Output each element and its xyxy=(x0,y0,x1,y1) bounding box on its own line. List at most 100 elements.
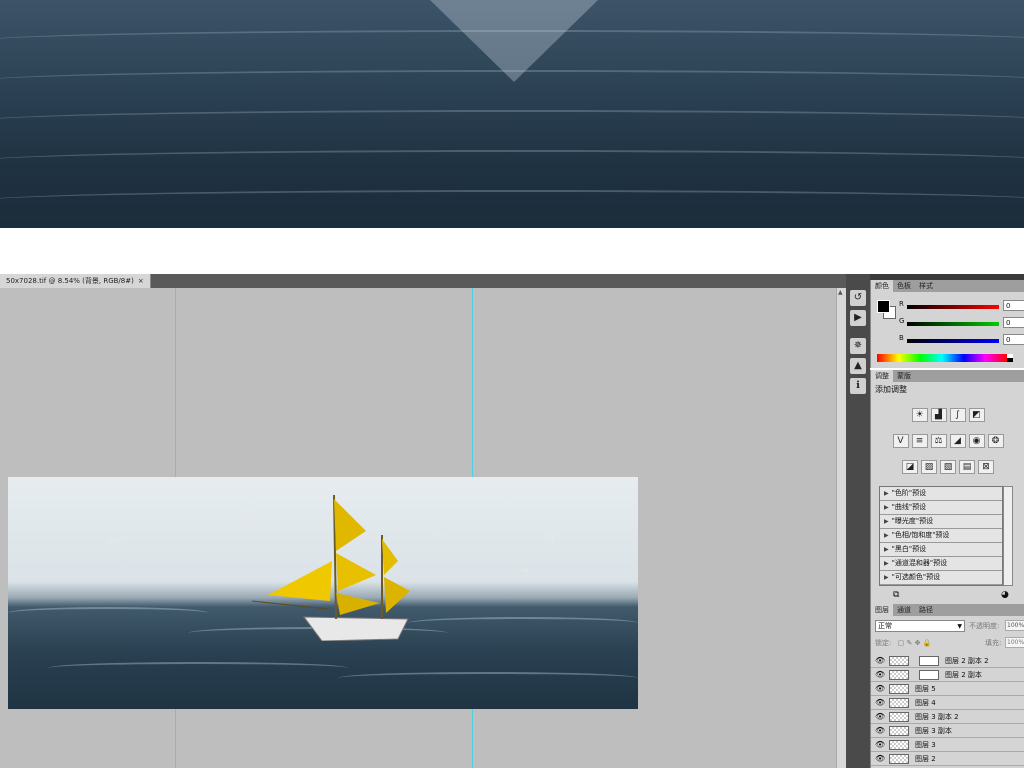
eye-icon[interactable]: 👁 xyxy=(875,712,885,721)
adjustments-panel-tabs: 调整 蒙版 xyxy=(871,370,1024,382)
layer-row[interactable]: 👁 图层 3 副本 2 xyxy=(871,710,1024,724)
layer-thumbnail xyxy=(889,656,909,666)
wave-decoration xyxy=(0,110,1024,132)
layer-thumbnail xyxy=(889,698,909,708)
layer-name: 图层 3 xyxy=(915,741,936,749)
layer-row[interactable]: 👁 图层 5 xyxy=(871,682,1024,696)
blend-mode-value: 正常 xyxy=(878,622,892,630)
layer-thumbnail xyxy=(889,670,909,680)
eye-icon[interactable]: 👁 xyxy=(875,726,885,735)
fill-input[interactable]: 100% xyxy=(1005,637,1024,648)
photo-filter-icon[interactable]: ◉ xyxy=(968,434,985,448)
canvas-area[interactable]: ˇ 〰 ⋎ ˇ ⋎ ˇ xyxy=(0,288,836,768)
black-white-ramp[interactable] xyxy=(1007,354,1013,362)
tab-styles[interactable]: 样式 xyxy=(915,280,937,292)
clip-to-layer-icon[interactable]: ⧉ xyxy=(893,590,899,600)
red-slider[interactable] xyxy=(907,305,999,309)
layer-mask-thumbnail[interactable] xyxy=(919,670,939,680)
eye-icon[interactable]: 👁 xyxy=(875,656,885,665)
green-value-input[interactable]: 0 xyxy=(1003,317,1024,328)
vibrance-icon[interactable]: V xyxy=(892,434,909,448)
hue-saturation-icon[interactable]: ≡ xyxy=(911,434,928,448)
layer-row[interactable]: 👁 图层 4 xyxy=(871,696,1024,710)
blend-mode-select[interactable]: 正常 ▼ xyxy=(875,620,965,632)
levels-icon[interactable]: ▟ xyxy=(930,408,947,422)
canvas-image[interactable]: ˇ 〰 ⋎ ˇ ⋎ ˇ xyxy=(8,477,638,709)
lock-all-icon[interactable]: 🔒 xyxy=(923,639,932,647)
close-icon[interactable]: × xyxy=(138,277,144,285)
channel-mixer-icon[interactable]: ❂ xyxy=(987,434,1004,448)
black-white-icon[interactable]: ◢ xyxy=(949,434,966,448)
sea-banner-image xyxy=(0,0,1024,228)
layer-row[interactable]: 👁 图层 3 xyxy=(871,738,1024,752)
history-icon[interactable]: ↺ xyxy=(850,290,866,306)
gradient-map-icon[interactable]: ▤ xyxy=(959,460,975,474)
navigator-icon[interactable]: ✵ xyxy=(850,338,866,354)
green-slider[interactable] xyxy=(907,322,999,326)
tab-masks[interactable]: 蒙版 xyxy=(893,370,915,382)
layer-name: 图层 5 xyxy=(915,685,936,693)
adjustment-icon-row-2: V ≡ ⚖ ◢ ◉ ❂ xyxy=(871,434,1024,448)
tab-adjustments[interactable]: 调整 xyxy=(871,370,893,382)
eye-icon[interactable]: 👁 xyxy=(875,684,885,693)
eye-icon[interactable]: 👁 xyxy=(875,698,885,707)
adjustment-icon-row-3: ◪ ▨ ▧ ▤ ⊠ xyxy=(871,460,1024,474)
seagull-icon: ˇ xyxy=(436,531,443,547)
color-spectrum-bar[interactable] xyxy=(877,354,1007,362)
info-icon[interactable]: ℹ xyxy=(850,378,866,394)
lock-pixels-icon[interactable]: ✎ xyxy=(906,639,912,647)
layers-panel: 图层 通道 路径 正常 ▼ 不透明度: 100% 锁定: ▢ ✎ ✥ 🔒 填充:… xyxy=(870,604,1024,768)
lock-position-icon[interactable]: ✥ xyxy=(915,639,921,647)
preset-label: "色阶"预设 xyxy=(891,489,927,497)
color-balance-icon[interactable]: ⚖ xyxy=(930,434,947,448)
preset-label: "曝光度"预设 xyxy=(891,517,934,525)
eye-icon[interactable]: 👁 xyxy=(875,740,885,749)
red-value-input[interactable]: 0 xyxy=(1003,300,1024,311)
actions-icon[interactable]: ▶ xyxy=(850,310,866,326)
preset-item[interactable]: ▶ "色相/饱和度"预设 xyxy=(880,529,1002,543)
opacity-label: 不透明度: xyxy=(969,622,1000,630)
exposure-icon[interactable]: ◩ xyxy=(968,408,985,422)
panel-options-icon[interactable]: ◕ xyxy=(1001,590,1009,600)
tab-channels[interactable]: 通道 xyxy=(893,604,915,616)
layer-name: 图层 3 副本 xyxy=(915,727,952,735)
layer-row[interactable]: 👁 图层 3 副本 xyxy=(871,724,1024,738)
selective-color-icon[interactable]: ⊠ xyxy=(978,460,994,474)
layer-row[interactable]: 👁 图层 2 xyxy=(871,752,1024,766)
curves-icon[interactable]: ∫ xyxy=(949,408,966,422)
histogram-icon[interactable]: ▲ xyxy=(850,358,866,374)
lock-transparency-icon[interactable]: ▢ xyxy=(898,639,905,647)
wave-decoration xyxy=(48,662,348,674)
threshold-icon[interactable]: ▧ xyxy=(940,460,956,474)
preset-item[interactable]: ▶ "黑白"预设 xyxy=(880,543,1002,557)
document-tab[interactable]: 50x7028.tif @ 8.54% (背景, RGB/8#) × xyxy=(0,274,151,288)
posterize-icon[interactable]: ▨ xyxy=(921,460,937,474)
canvas-vertical-scrollbar[interactable]: ▲ xyxy=(836,288,846,768)
preset-item[interactable]: ▶ "通道混和器"预设 xyxy=(880,557,1002,571)
blue-value-input[interactable]: 0 xyxy=(1003,334,1024,345)
preset-item[interactable]: ▶ "曝光度"预设 xyxy=(880,515,1002,529)
preset-item[interactable]: ▶ "曲线"预设 xyxy=(880,501,1002,515)
tab-layers[interactable]: 图层 xyxy=(871,604,893,616)
layer-mask-thumbnail[interactable] xyxy=(919,656,939,666)
eye-icon[interactable]: 👁 xyxy=(875,670,885,679)
scroll-up-icon[interactable]: ▲ xyxy=(838,289,843,296)
preset-list-scrollbar[interactable] xyxy=(1003,486,1013,586)
red-channel-row: R 0 xyxy=(899,300,1024,314)
blue-slider[interactable] xyxy=(907,339,999,343)
eye-icon[interactable]: 👁 xyxy=(875,754,885,763)
tab-paths[interactable]: 路径 xyxy=(915,604,937,616)
fill-label: 填充: xyxy=(985,639,1002,647)
invert-icon[interactable]: ◪ xyxy=(902,460,918,474)
preset-item[interactable]: ▶ "色阶"预设 xyxy=(880,487,1002,501)
tab-color[interactable]: 颜色 xyxy=(871,280,893,292)
brightness-contrast-icon[interactable]: ☀ xyxy=(911,408,928,422)
foreground-color-swatch[interactable] xyxy=(877,300,890,313)
layer-row[interactable]: 👁 图层 2 副本 2 xyxy=(871,654,1024,668)
layer-thumbnail xyxy=(889,740,909,750)
preset-item[interactable]: ▶ "可选颜色"预设 xyxy=(880,571,1002,585)
opacity-input[interactable]: 100% xyxy=(1005,620,1024,631)
add-adjustment-title: 添加调整 xyxy=(875,385,907,394)
layer-row[interactable]: 👁 图层 2 副本 xyxy=(871,668,1024,682)
tab-swatches[interactable]: 色板 xyxy=(893,280,915,292)
